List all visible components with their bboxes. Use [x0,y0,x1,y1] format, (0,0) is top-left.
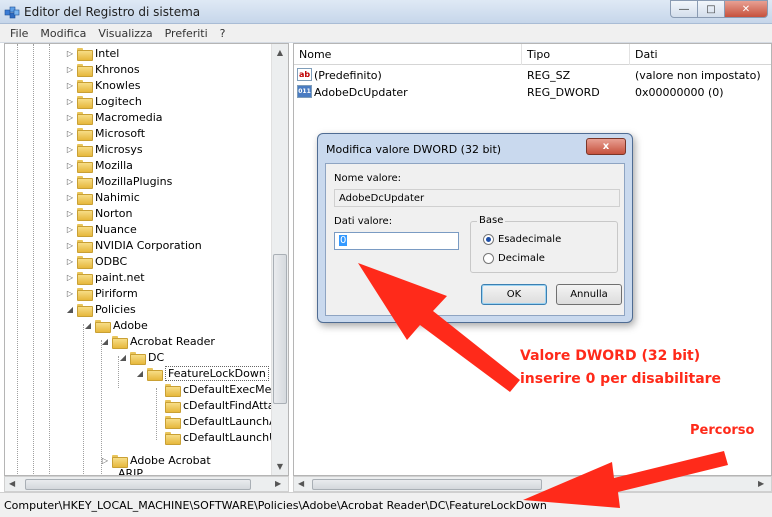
annotation-arrow-dword [358,263,520,392]
annotation-dword-line1: Valore DWORD (32 bit) [520,348,701,364]
annotation-path-label: Percorso [690,423,755,438]
annotation-arrow-path [523,451,728,508]
annotation-arrows [358,263,728,508]
annotation-dword-line2: inserire 0 per disabilitare [520,371,722,387]
